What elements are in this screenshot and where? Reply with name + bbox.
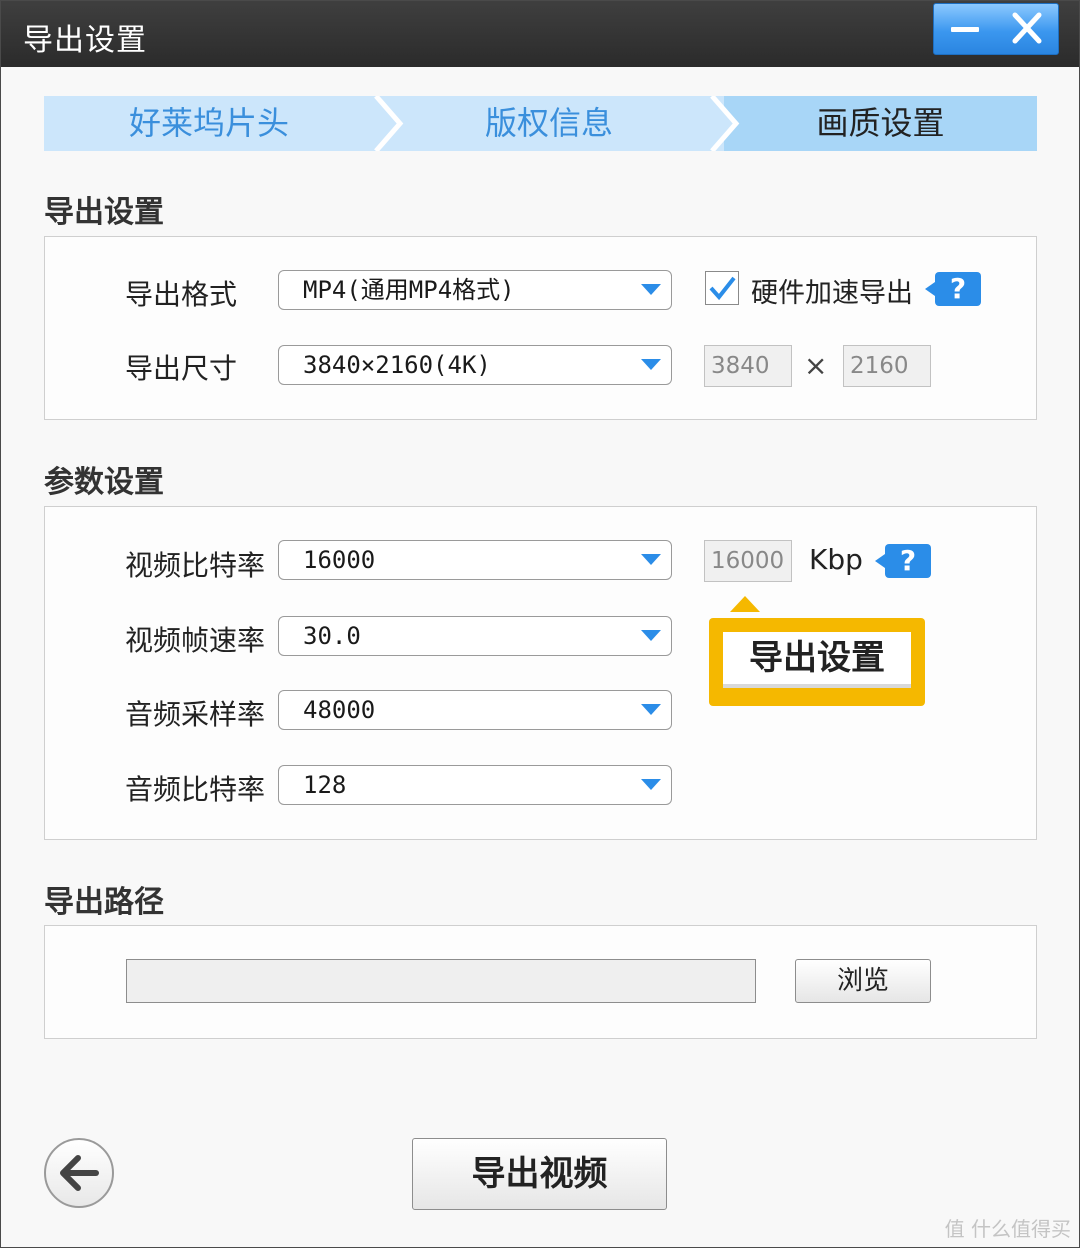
video-bitrate-label: 视频比特率 bbox=[125, 549, 266, 582]
audio-bitrate-value: 128 bbox=[303, 771, 347, 799]
output-path-input[interactable] bbox=[126, 959, 756, 1003]
chevron-down-icon bbox=[641, 704, 661, 715]
window-title: 导出设置 bbox=[23, 23, 147, 58]
format-label: 导出格式 bbox=[125, 278, 238, 311]
hw-accel-label: 硬件加速导出 bbox=[751, 278, 913, 309]
audio-sample-label: 音频采样率 bbox=[125, 698, 266, 731]
frame-rate-value: 30.0 bbox=[303, 622, 361, 650]
close-icon bbox=[1012, 12, 1042, 44]
format-select[interactable]: MP4(通用MP4格式) bbox=[278, 270, 672, 310]
wizard-steps: 好莱坞片头 版权信息 画质设置 bbox=[44, 96, 1037, 151]
export-settings-panel bbox=[44, 236, 1037, 420]
size-times-sign: × bbox=[804, 349, 828, 382]
width-input[interactable]: 3840 bbox=[704, 345, 792, 387]
step-quality-settings[interactable]: 画质设置 bbox=[724, 96, 1037, 151]
minimize-icon bbox=[951, 27, 979, 32]
hw-accel-checkbox[interactable] bbox=[705, 271, 739, 305]
height-input[interactable]: 2160 bbox=[843, 345, 931, 387]
help-icon: ? bbox=[949, 272, 967, 305]
help-pointer-icon bbox=[925, 282, 935, 296]
chevron-down-icon bbox=[641, 554, 661, 565]
chevron-down-icon bbox=[641, 284, 661, 295]
arrow-left-icon bbox=[60, 1155, 99, 1191]
video-bitrate-value: 16000 bbox=[303, 546, 376, 574]
watermark: 值 什么值得买 bbox=[944, 1217, 1071, 1241]
export-dialog: 导出设置 好莱坞片头 版权信息 画质设置 导出设置 导出格式 MP4(通用MP4… bbox=[0, 0, 1080, 1248]
callout-pointer-icon bbox=[730, 596, 760, 612]
step-copyright-info[interactable]: 版权信息 bbox=[384, 96, 714, 151]
export-video-button[interactable]: 导出视频 bbox=[412, 1138, 667, 1210]
frame-rate-select[interactable]: 30.0 bbox=[278, 616, 672, 656]
help-icon: ? bbox=[899, 544, 917, 577]
export-settings-callout: 导出设置 bbox=[709, 618, 925, 706]
chevron-down-icon bbox=[641, 359, 661, 370]
title-bar: 导出设置 bbox=[1, 1, 1079, 67]
section-title-output-path: 导出路径 bbox=[44, 885, 164, 920]
video-bitrate-select[interactable]: 16000 bbox=[278, 540, 672, 580]
back-button[interactable] bbox=[44, 1138, 114, 1208]
minimize-button[interactable] bbox=[934, 4, 996, 54]
audio-bitrate-select[interactable]: 128 bbox=[278, 765, 672, 805]
callout-text: 导出设置 bbox=[723, 632, 911, 688]
step-divider-icon bbox=[710, 96, 740, 151]
frame-rate-label: 视频帧速率 bbox=[125, 624, 266, 657]
size-label: 导出尺寸 bbox=[125, 352, 238, 385]
hw-accel-help-button[interactable]: ? bbox=[925, 272, 981, 306]
step-divider-icon bbox=[374, 96, 404, 151]
chevron-down-icon bbox=[641, 779, 661, 790]
section-title-export-settings: 导出设置 bbox=[44, 195, 164, 230]
size-select-value: 3840×2160(4K) bbox=[303, 351, 491, 379]
browse-button[interactable]: 浏览 bbox=[795, 959, 931, 1003]
chevron-down-icon bbox=[641, 630, 661, 641]
help-pointer-icon bbox=[875, 554, 885, 568]
size-select[interactable]: 3840×2160(4K) bbox=[278, 345, 672, 385]
bitrate-help-button[interactable]: ? bbox=[875, 544, 931, 578]
bitrate-input[interactable]: 16000 bbox=[704, 540, 792, 582]
audio-bitrate-label: 音频比特率 bbox=[125, 773, 266, 806]
window-controls bbox=[933, 3, 1059, 55]
format-select-value: MP4(通用MP4格式) bbox=[303, 276, 515, 304]
close-button[interactable] bbox=[996, 4, 1058, 54]
bitrate-unit-label: Kbp bbox=[809, 543, 863, 576]
audio-sample-value: 48000 bbox=[303, 696, 376, 724]
checkmark-icon bbox=[709, 276, 736, 301]
section-title-params: 参数设置 bbox=[44, 465, 164, 500]
audio-sample-select[interactable]: 48000 bbox=[278, 690, 672, 730]
step-hollywood-intro[interactable]: 好莱坞片头 bbox=[44, 96, 374, 151]
